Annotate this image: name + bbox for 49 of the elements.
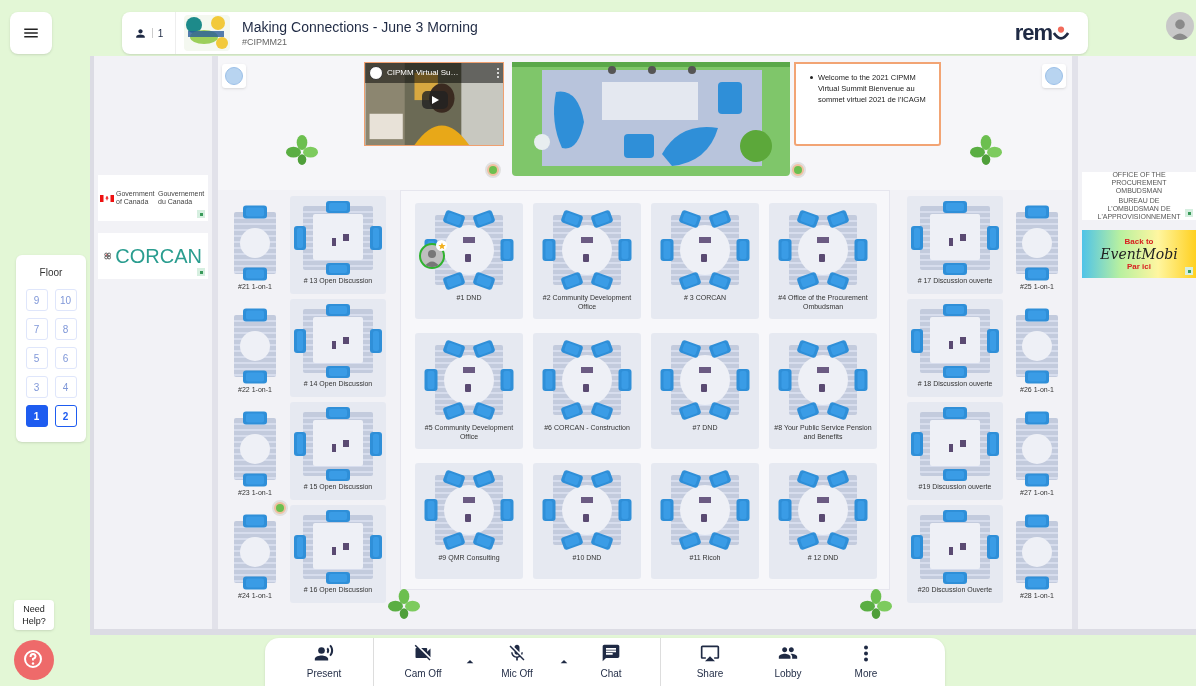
expand-icon[interactable] bbox=[1185, 267, 1193, 275]
bullet-icon bbox=[810, 76, 813, 79]
toolbar-button[interactable]: Cam Off bbox=[384, 640, 462, 684]
play-icon bbox=[431, 96, 439, 104]
chat-icon bbox=[601, 643, 621, 663]
toolbar-button[interactable]: Mic Off bbox=[478, 640, 556, 684]
speaker-person-icon bbox=[314, 643, 334, 663]
toolbar-button[interactable]: Share bbox=[671, 640, 749, 684]
event-hashtag: #CIPMM21 bbox=[242, 36, 288, 48]
floor-button[interactable]: 2 bbox=[54, 405, 77, 427]
expand-icon[interactable] bbox=[1185, 209, 1193, 217]
sponsor-text: EventMobi bbox=[1100, 246, 1178, 262]
sponsor-banner[interactable]: Back to EventMobi Par ici bbox=[1082, 230, 1196, 278]
more-icon bbox=[864, 644, 868, 662]
panel-title: Floor bbox=[39, 266, 63, 280]
toolbar-button[interactable]: Chat bbox=[572, 640, 650, 684]
help-button[interactable] bbox=[14, 640, 54, 680]
help-bubble: Need Help? bbox=[14, 600, 54, 630]
expand-icon[interactable] bbox=[197, 210, 205, 218]
camera-off-icon bbox=[413, 643, 433, 663]
plant-icon bbox=[388, 588, 420, 620]
sponsor-text: Par ici bbox=[1127, 262, 1151, 271]
star-icon bbox=[436, 240, 447, 251]
video-player[interactable]: CIPMM Virtual Su… bbox=[364, 62, 504, 146]
flag-icon bbox=[100, 194, 114, 202]
event-title: Making Connections - June 3 Morning bbox=[242, 18, 478, 36]
person-icon bbox=[133, 26, 147, 40]
toolbar-button[interactable]: Present bbox=[285, 640, 363, 684]
plant-icon bbox=[860, 588, 892, 620]
plant-icon bbox=[970, 134, 1002, 166]
expand-icon[interactable] bbox=[197, 268, 205, 276]
toolbar-button[interactable]: Lobby bbox=[749, 640, 827, 684]
floor-button[interactable]: 1 bbox=[25, 405, 48, 427]
user-avatar[interactable] bbox=[1166, 12, 1194, 40]
play-button[interactable] bbox=[422, 91, 448, 109]
video-title: CIPMM Virtual Su… bbox=[387, 67, 459, 79]
plate-icon bbox=[222, 64, 246, 88]
screen-share-icon bbox=[700, 643, 720, 663]
plant-icon bbox=[286, 134, 318, 166]
door-marker-icon bbox=[272, 500, 288, 516]
toolbar-button[interactable]: More bbox=[827, 640, 905, 684]
sponsor-text: CORCAN bbox=[115, 245, 202, 267]
smile-icon bbox=[1052, 26, 1070, 42]
attendee-count: 1 bbox=[157, 26, 164, 41]
menu-button[interactable] bbox=[10, 12, 52, 54]
brand-logo: rem bbox=[1014, 22, 1052, 44]
plate-icon bbox=[1042, 64, 1066, 88]
mic-off-icon bbox=[507, 643, 527, 663]
sponsor-text: Back to bbox=[1124, 237, 1154, 246]
